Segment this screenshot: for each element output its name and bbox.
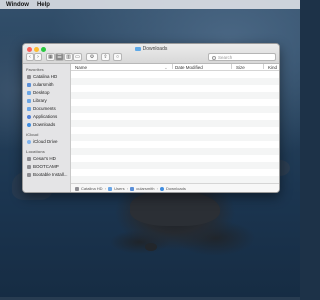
sidebar-item-label: Bootable Install... bbox=[33, 172, 68, 177]
column-header: Name ⌄ Date Modified Size Kind bbox=[71, 64, 279, 71]
document-icon bbox=[27, 107, 31, 111]
column-kind[interactable]: Kind bbox=[268, 64, 277, 71]
sort-chevron-icon: ⌄ bbox=[164, 65, 168, 70]
action-menu-button[interactable]: ⚙ bbox=[86, 53, 98, 61]
desktop-folder-icon bbox=[27, 91, 31, 95]
search-placeholder: Search bbox=[218, 55, 233, 60]
wallpaper-rock bbox=[145, 243, 157, 251]
column-divider[interactable] bbox=[172, 64, 173, 69]
finder-window: Downloads ‹ › ▦ ☰ ▥ ▭ ⚙ ⇧ ○ Search Favor… bbox=[22, 43, 280, 193]
download-icon bbox=[27, 123, 31, 127]
folder-icon bbox=[134, 46, 141, 51]
sidebar-item-label: Applications bbox=[33, 114, 58, 119]
toolbar: ‹ › ▦ ☰ ▥ ▭ ⚙ ⇧ ○ Search bbox=[26, 53, 276, 62]
forward-button[interactable]: › bbox=[34, 53, 42, 61]
sidebar-item-label: Cesar's HD bbox=[33, 156, 56, 161]
search-icon bbox=[212, 55, 216, 60]
title-bar[interactable]: Downloads ‹ › ▦ ☰ ▥ ▭ ⚙ ⇧ ○ Search bbox=[23, 44, 279, 64]
sidebar-item-label: Documents bbox=[33, 106, 56, 111]
folder-icon bbox=[108, 186, 113, 191]
menu-window[interactable]: Window bbox=[6, 2, 29, 8]
download-icon bbox=[160, 186, 165, 191]
window-title-text: Downloads bbox=[142, 46, 168, 52]
sidebar-item-label: Downloads bbox=[33, 122, 56, 127]
disk-icon bbox=[27, 165, 31, 169]
path-bar: Catalina HD › Users › cularsmith › Downl… bbox=[71, 183, 279, 192]
disk-icon bbox=[27, 173, 31, 177]
sidebar-item-label: iCloud Drive bbox=[33, 139, 58, 144]
path-separator: › bbox=[126, 186, 129, 191]
path-crumb[interactable]: Users bbox=[114, 186, 124, 191]
menu-help[interactable]: Help bbox=[37, 2, 50, 8]
sidebar-item-label: Desktop bbox=[33, 90, 50, 95]
path-crumb[interactable]: Downloads bbox=[166, 186, 186, 191]
sidebar-item-label: Catalina HD bbox=[33, 74, 58, 79]
path-separator: › bbox=[104, 186, 107, 191]
sidebar-item-catalina-hd[interactable]: Catalina HD bbox=[23, 73, 70, 81]
sidebar-item-desktop[interactable]: Desktop bbox=[23, 89, 70, 97]
file-list: Name ⌄ Date Modified Size Kind Catalina … bbox=[71, 64, 279, 192]
home-icon bbox=[27, 83, 31, 87]
disk-icon bbox=[27, 75, 31, 79]
wallpaper-island bbox=[130, 190, 220, 226]
sidebar-item-documents[interactable]: Documents bbox=[23, 105, 70, 113]
column-name[interactable]: Name bbox=[75, 64, 87, 71]
sidebar-item-home[interactable]: cularsmith bbox=[23, 81, 70, 89]
sidebar-item-applications[interactable]: Applications bbox=[23, 113, 70, 121]
path-separator: › bbox=[156, 186, 158, 191]
disk-icon bbox=[75, 186, 79, 191]
search-field[interactable]: Search bbox=[208, 53, 276, 61]
sidebar-item-downloads[interactable]: Downloads bbox=[23, 121, 70, 129]
window-title: Downloads bbox=[23, 46, 279, 52]
menu-bar: Window Help bbox=[0, 0, 300, 9]
home-icon bbox=[130, 186, 135, 191]
sidebar-item-label: BOOTCAMP bbox=[33, 164, 59, 169]
disk-icon bbox=[27, 157, 31, 161]
column-size[interactable]: Size bbox=[236, 64, 245, 71]
sidebar-item-bootable-install[interactable]: Bootable Install... bbox=[23, 171, 70, 179]
column-divider[interactable] bbox=[263, 64, 264, 69]
sidebar-item-cesars-hd[interactable]: Cesar's HD bbox=[23, 155, 70, 163]
sidebar-item-icloud-drive[interactable]: iCloud Drive bbox=[23, 138, 70, 146]
sidebar-item-library[interactable]: Library bbox=[23, 97, 70, 105]
tag-button[interactable]: ○ bbox=[113, 53, 122, 61]
applications-icon bbox=[27, 115, 31, 119]
sidebar-item-label: cularsmith bbox=[33, 82, 54, 87]
icon-view-button[interactable]: ▦ bbox=[46, 53, 55, 61]
column-view-button[interactable]: ▥ bbox=[64, 53, 73, 61]
back-button[interactable]: ‹ bbox=[26, 53, 34, 61]
column-date-modified[interactable]: Date Modified bbox=[175, 64, 203, 71]
folder-icon bbox=[27, 99, 31, 103]
sidebar-item-bootcamp[interactable]: BOOTCAMP bbox=[23, 163, 70, 171]
path-crumb[interactable]: cularsmith bbox=[136, 186, 154, 191]
cloud-icon bbox=[27, 140, 31, 144]
column-divider[interactable] bbox=[231, 64, 232, 69]
share-button[interactable]: ⇧ bbox=[101, 53, 110, 61]
gallery-view-button[interactable]: ▭ bbox=[73, 53, 82, 61]
list-view-button[interactable]: ☰ bbox=[55, 53, 64, 61]
sidebar: Favorites Catalina HD cularsmith Desktop… bbox=[23, 64, 71, 192]
empty-file-rows[interactable] bbox=[71, 71, 279, 183]
path-crumb[interactable]: Catalina HD bbox=[81, 186, 103, 191]
sidebar-item-label: Library bbox=[33, 98, 47, 103]
